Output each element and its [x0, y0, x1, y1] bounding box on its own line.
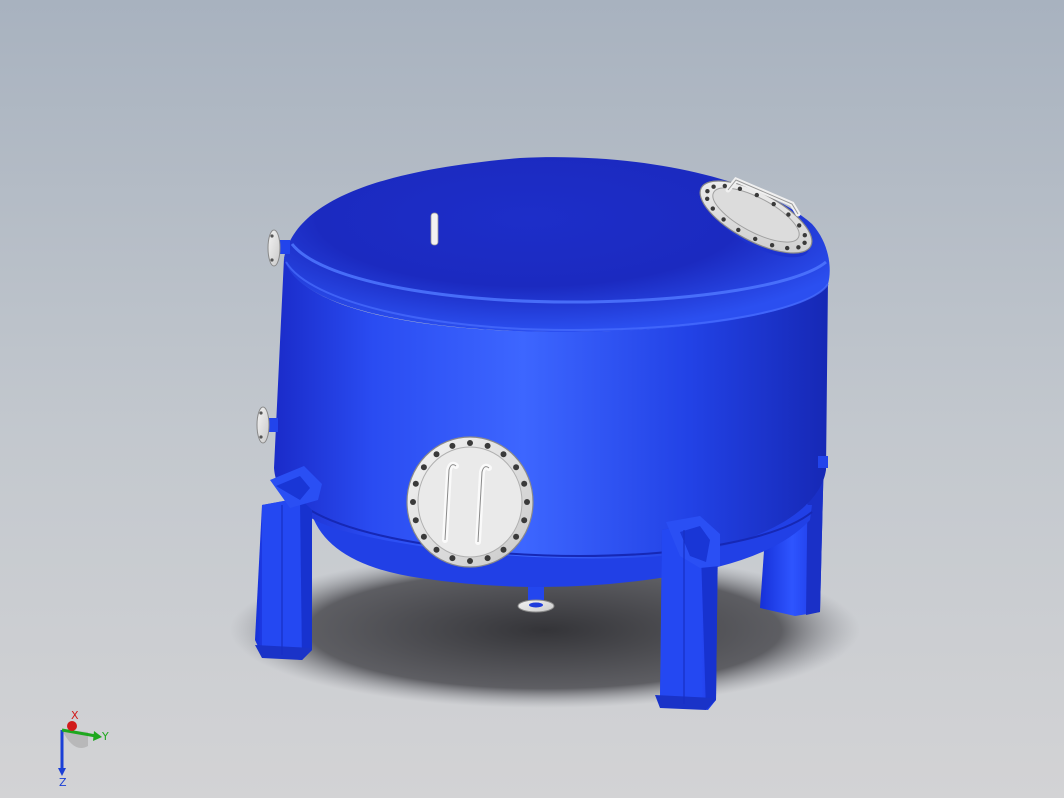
support-leg-front-left	[255, 466, 322, 660]
flange-bolt	[524, 499, 530, 505]
flange-bolt	[753, 236, 758, 242]
flange-bolt	[513, 533, 520, 540]
side-nozzle-lower	[256, 406, 278, 444]
top-vent-pipe	[430, 212, 439, 246]
support-leg-front-right	[655, 516, 720, 710]
triad-z-label: Z	[59, 776, 67, 786]
flange-bolt	[796, 245, 801, 250]
side-nozzle-right	[818, 456, 828, 468]
flange-bolt	[754, 192, 759, 198]
flange-bolt	[467, 440, 473, 446]
triad-y-arrow	[93, 731, 102, 741]
flange-bolt	[484, 555, 491, 562]
flange-bolt	[484, 442, 491, 449]
flange-bolt	[722, 183, 727, 189]
flange-bolt	[771, 201, 776, 207]
flange-bolt	[736, 227, 741, 233]
flange-bolt	[467, 558, 473, 564]
tank-model[interactable]	[0, 0, 1064, 798]
side-manhole	[406, 436, 534, 568]
flange-bolt	[521, 480, 528, 487]
flange-bolt	[449, 442, 456, 449]
flange-bolt	[410, 499, 416, 505]
triad-x-axis	[67, 721, 77, 731]
triad-x-label: X	[71, 709, 79, 722]
flange-bolt	[802, 240, 807, 245]
flange-bolt	[710, 206, 715, 211]
flange-bolt	[705, 196, 710, 201]
flange-bolt	[420, 464, 427, 471]
flange-bolt	[705, 189, 710, 194]
flange-bolt	[769, 243, 775, 248]
flange-bolt	[802, 233, 807, 238]
flange-bolt	[786, 212, 791, 217]
flange-bolt	[449, 555, 456, 562]
flange-bolt	[711, 184, 716, 189]
flange-bolt	[737, 186, 743, 191]
flange-bolt	[500, 451, 507, 458]
flange-bolt	[412, 517, 419, 524]
flange-bolt	[433, 451, 440, 458]
flange-bolt	[721, 217, 726, 222]
flange-bolt	[785, 245, 790, 251]
orientation-triad[interactable]: X Y Z	[44, 706, 124, 789]
flange-bolt	[412, 480, 419, 487]
flange-bolt	[513, 464, 520, 471]
flange-bolt	[521, 517, 528, 524]
model-viewport[interactable]: X Y Z	[0, 0, 1064, 798]
flange-bolt	[500, 546, 507, 553]
triad-y-label: Y	[101, 730, 109, 743]
triad-z-arrow	[58, 768, 66, 776]
flange-bolt	[433, 546, 440, 553]
flange-bolt	[420, 533, 427, 540]
flange-bolt	[797, 223, 802, 228]
